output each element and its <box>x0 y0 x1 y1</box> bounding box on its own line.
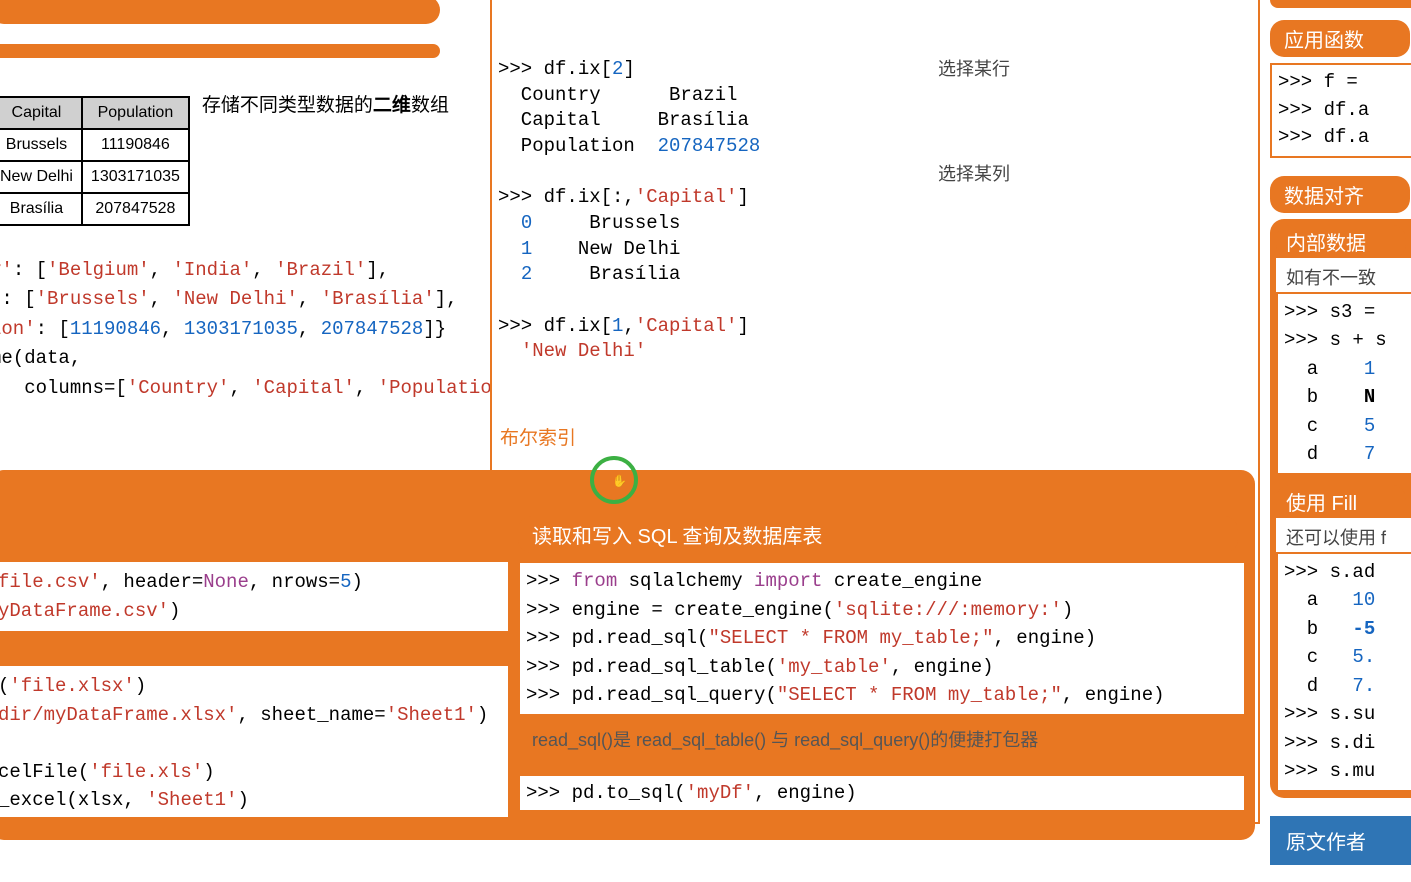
excel-box: ('file.xlsx') dir/myDataFrame.xlsx', she… <box>0 664 510 819</box>
align-heading: 数据对齐 <box>1270 176 1410 213</box>
code-area: >>> df.ix[2] Country Brazil Capital Bras… <box>492 53 932 369</box>
right-column: 应用函数 >>> f = >>> df.a >>> df.a 数据对齐 内部数据… <box>1270 0 1411 865</box>
fill-code: >>> s.ad a 10 b -5 c 5. d 7. >>> s.su >>… <box>1276 552 1411 792</box>
to-sql-box: >>> pd.to_sql('myDf', engine) <box>518 774 1246 813</box>
desc-select-col: 选择某列 <box>938 162 1252 187</box>
sql-title: 读取和写入 SQL 查询及数据库表 <box>518 516 1238 553</box>
apply-fn-heading: 应用函数 <box>1270 20 1410 57</box>
inner-align-heading: 内部数据 <box>1276 225 1406 258</box>
table-row: Brasília 207847528 <box>0 193 189 225</box>
bool-index-heading: 布尔索引 <box>492 422 1258 455</box>
th-population: Population <box>82 97 189 129</box>
orange-divider-thin <box>0 44 440 58</box>
table-description: 存储不同类型数据的二维数组 <box>202 90 449 117</box>
orange-top-sliver <box>1270 0 1411 8</box>
apply-fn-code: >>> f = >>> df.a >>> df.a <box>1270 63 1411 158</box>
dataframe-code: y': ['Belgium', 'India', 'Brazil'], ': [… <box>0 256 480 403</box>
cursor-indicator <box>590 456 638 504</box>
footer-author: 原文作者 <box>1270 816 1411 865</box>
csv-box: file.csv', header=None, nrows=5) yDataFr… <box>0 560 510 633</box>
fill-desc: 还可以使用 f <box>1276 518 1411 552</box>
sql-section: 读取和写入 SQL 查询及数据库表 >>> from sqlalchemy im… <box>518 516 1246 812</box>
orange-divider <box>0 0 440 24</box>
align-desc: 如有不一致 <box>1276 258 1411 292</box>
table-row: New Delhi 1303171035 <box>0 161 189 193</box>
th-capital: Capital <box>0 97 82 129</box>
desc-select-row: 选择某行 <box>938 57 1252 82</box>
fill-heading: 使用 Fill <box>1276 485 1406 518</box>
sql-code-box: >>> from sqlalchemy import create_engine… <box>518 561 1246 716</box>
align-code: >>> s3 = >>> s + s a 1 b N c 5 d 7 <box>1276 292 1411 475</box>
table-row: Brussels 11190846 <box>0 129 189 161</box>
left-column: Capital Population Brussels 11190846 New… <box>0 0 480 403</box>
sql-note: read_sql()是 read_sql_table() 与 read_sql_… <box>518 716 1246 762</box>
dataframe-table: Capital Population Brussels 11190846 New… <box>0 96 190 226</box>
desc-area: 选择某行 选择某列 <box>932 53 1258 369</box>
